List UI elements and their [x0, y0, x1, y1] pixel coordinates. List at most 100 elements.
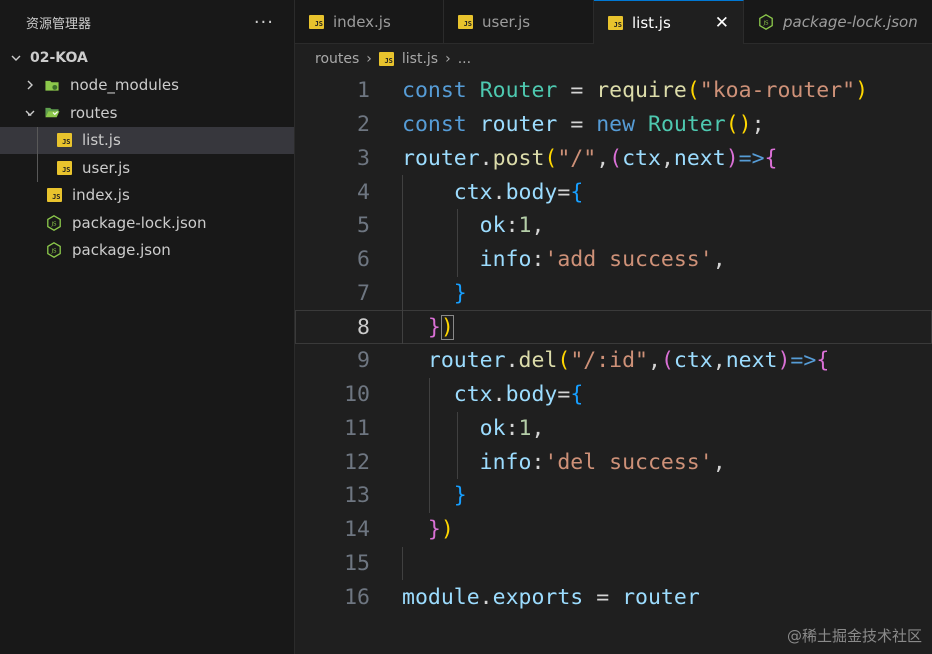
breadcrumb-folder[interactable]: routes [315, 51, 359, 67]
code-line: 7 } [295, 276, 932, 311]
line-number: 6 [357, 247, 370, 273]
line-number: 10 [344, 382, 370, 408]
code-text: router.post("/",(ctx,next)=>{ [402, 145, 778, 171]
line-number: 13 [344, 483, 370, 509]
tab-label: package-lock.json [783, 13, 918, 31]
tree-item-list-js[interactable]: JS list.js [0, 126, 294, 154]
js-file-icon: JS [46, 187, 62, 203]
tab-list-js[interactable]: JS list.js ✕ [594, 0, 744, 44]
tree-item-routes[interactable]: routes [0, 99, 294, 127]
code-line: 6 info:'add success', [295, 242, 932, 277]
node-json-icon: JS [46, 242, 62, 259]
code-line: 9 router.del("/:id",(ctx,next)=>{ [295, 344, 932, 378]
chevron-right-icon: › [445, 51, 451, 67]
line-number: 5 [357, 213, 370, 239]
node-json-icon: JS [758, 14, 774, 30]
tree-item-user-js[interactable]: JS user.js [0, 154, 294, 182]
breadcrumb-symbol[interactable]: ... [458, 51, 471, 67]
node-json-icon: JS [46, 214, 62, 231]
code-line: 12 info:'del success', [295, 445, 932, 479]
routes-folder-icon [44, 105, 60, 121]
chevron-down-icon [22, 107, 38, 119]
svg-text:JS: JS [50, 221, 57, 227]
code-text: router.del("/:id",(ctx,next)=>{ [427, 348, 830, 374]
js-file-icon: JS [608, 15, 623, 30]
tree-item-package-lock-json[interactable]: JS package-lock.json [0, 209, 294, 237]
code-text: }) [427, 314, 454, 340]
explorer-title: 资源管理器 [26, 16, 92, 32]
tree-item-package-json[interactable]: JS package.json [0, 237, 294, 265]
line-number: 8 [357, 314, 370, 340]
indent-guide [37, 126, 38, 154]
line-number: 11 [344, 415, 370, 441]
tree-item-label: routes [70, 103, 118, 122]
js-file-icon: JS [56, 160, 72, 176]
tab-label: user.js [482, 13, 531, 31]
line-number: 16 [344, 584, 370, 610]
js-file-icon: JS [378, 52, 394, 66]
root-folder-label: 02-KOA [30, 49, 88, 66]
code-line: 14 }) [295, 513, 932, 547]
code-text: ok:1, [479, 415, 545, 441]
line-number: 3 [357, 145, 370, 171]
code-line: 15 [295, 546, 932, 581]
tree-item-index-js[interactable]: JS index.js [0, 182, 294, 210]
indent-guide [37, 154, 38, 182]
svg-text:JS: JS [50, 249, 57, 255]
explorer-header: 资源管理器 ··· [0, 0, 294, 44]
code-line: 16 module.exports = router [295, 580, 932, 614]
code-text: module.exports = router [402, 584, 700, 610]
tree-item-label: package.json [72, 241, 171, 260]
tab-index-js[interactable]: JS index.js [295, 0, 444, 44]
node-folder-icon [44, 77, 60, 93]
editor-tab-bar: JS index.js JS user.js JS list.js ✕ JS p… [295, 0, 932, 44]
tree-item-node-modules[interactable]: node_modules [0, 72, 294, 100]
code-text: info:'del success', [479, 449, 726, 475]
code-text: ctx.body={ [453, 179, 584, 205]
tree-item-label: list.js [82, 131, 121, 150]
code-line-current: 8 }) [295, 310, 932, 344]
tab-label: list.js [632, 13, 671, 32]
chevron-down-icon [8, 52, 24, 64]
code-text: info:'add success', [479, 247, 726, 273]
tree-item-label: index.js [72, 186, 130, 205]
line-number: 9 [357, 348, 370, 374]
code-text: } [453, 280, 467, 306]
code-line: 3 router.post("/",(ctx,next)=>{ [295, 142, 932, 176]
code-text: ok:1, [479, 213, 545, 239]
watermark: @稀土掘金技术社区 [786, 627, 922, 645]
code-editor[interactable]: 1 const Router = require("koa-router") 2… [295, 74, 932, 654]
js-file-icon: JS [56, 132, 72, 148]
line-number: 7 [357, 280, 370, 306]
tree-item-label: user.js [82, 158, 131, 177]
explorer-sidebar: 资源管理器 ··· 02-KOA node_modules routes JS … [0, 0, 295, 654]
line-number: 12 [344, 449, 370, 475]
more-actions-icon[interactable]: ··· [254, 12, 274, 33]
chevron-right-icon [22, 79, 38, 91]
code-line: 4 ctx.body={ [295, 175, 932, 209]
code-text: const router = new Router(); [402, 112, 765, 138]
tree-root-folder[interactable]: 02-KOA [0, 44, 294, 72]
code-line: 5 ok:1, [295, 209, 932, 243]
code-line: 1 const Router = require("koa-router") [295, 74, 932, 108]
line-number: 15 [344, 550, 370, 576]
line-number: 4 [357, 179, 370, 205]
tab-package-lock-json[interactable]: JS package-lock.json [744, 0, 932, 44]
code-line: 2 const router = new Router(); [295, 108, 932, 142]
code-text: ctx.body={ [453, 382, 584, 408]
line-number: 1 [357, 78, 370, 104]
breadcrumb-file[interactable]: list.js [402, 51, 438, 67]
tab-label: index.js [333, 13, 391, 31]
code-text: }) [427, 517, 454, 543]
tab-user-js[interactable]: JS user.js [444, 0, 594, 44]
code-line: 13 } [295, 479, 932, 513]
line-number: 2 [357, 112, 370, 138]
breadcrumb: routes › JS list.js › ... [295, 44, 932, 74]
code-text: } [453, 483, 467, 509]
code-line: 10 ctx.body={ [295, 377, 932, 412]
js-file-icon: JS [458, 15, 473, 29]
line-number: 14 [344, 517, 370, 543]
code-line: 11 ok:1, [295, 411, 932, 446]
close-icon[interactable]: ✕ [715, 13, 729, 33]
js-file-icon: JS [309, 15, 324, 29]
